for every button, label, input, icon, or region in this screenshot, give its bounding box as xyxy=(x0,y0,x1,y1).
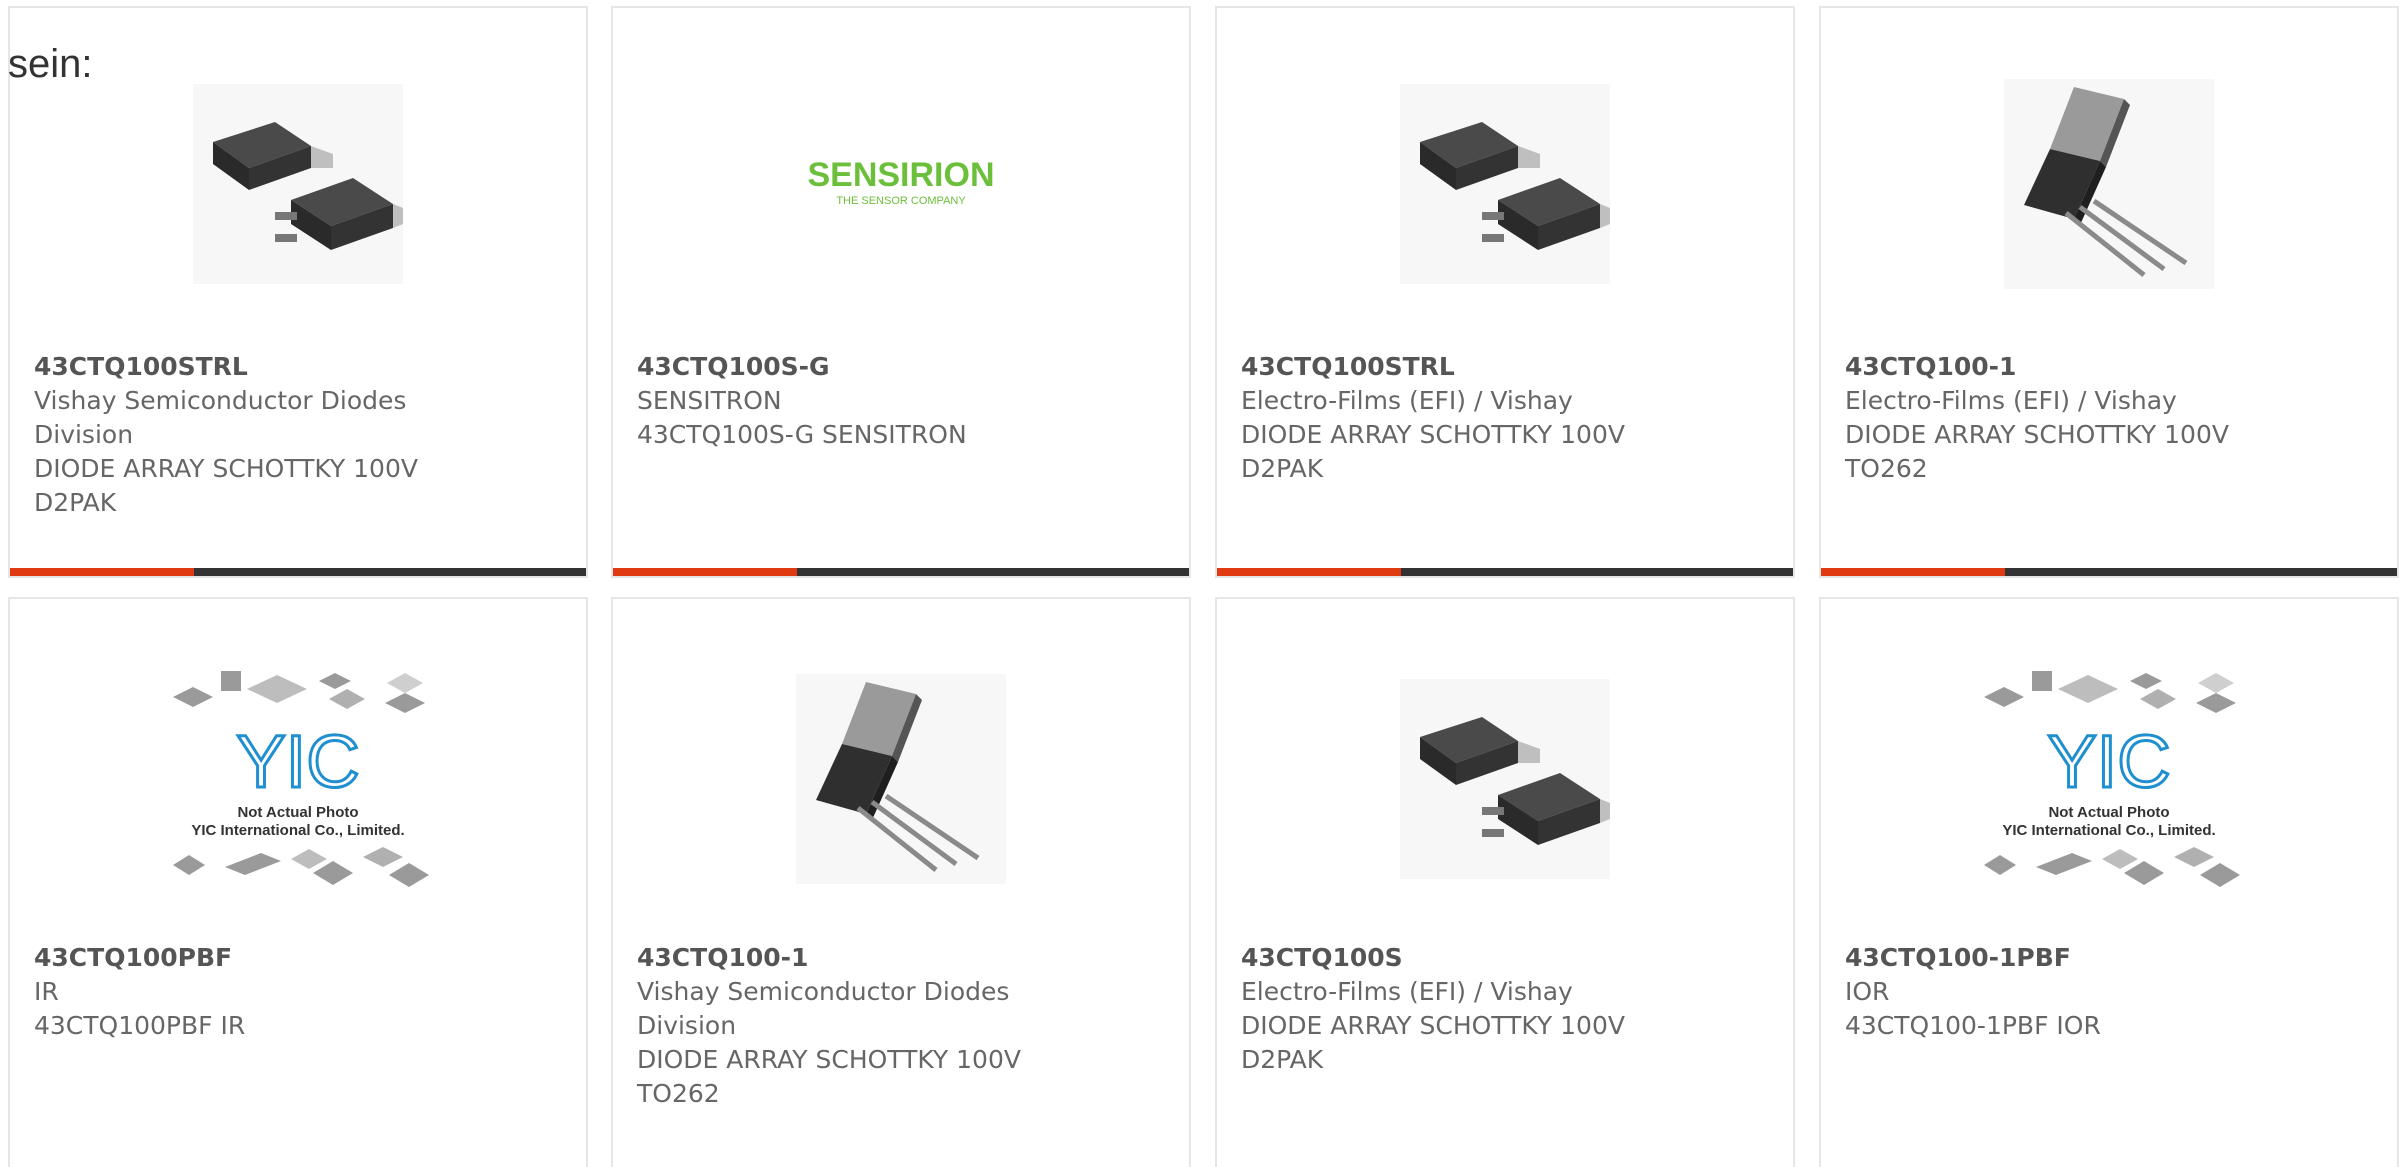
package: D2PAK xyxy=(1241,1045,1324,1074)
product-image xyxy=(613,671,1189,887)
sensirion-logo: SENSIRION THE SENSOR COMPANY xyxy=(807,156,994,207)
product-card[interactable]: 43CTQ100STRL Electro-Films (EFI) / Visha… xyxy=(1215,6,1795,578)
yic-brand-text: YIC xyxy=(236,720,359,803)
description: DIODE ARRAY SCHOTTKY 100V xyxy=(34,454,418,483)
product-info: 43CTQ100STRL Vishay Semiconductor Diodes… xyxy=(34,350,566,520)
manufacturer: Electro-Films (EFI) / Vishay xyxy=(1241,386,1573,415)
product-info: 43CTQ100STRL Electro-Films (EFI) / Visha… xyxy=(1241,350,1773,486)
to262-package-icon xyxy=(796,674,1006,884)
product-card[interactable]: 43CTQ100-1 Vishay Semiconductor Diodes D… xyxy=(611,597,1191,1167)
manufacturer-cont: Division xyxy=(34,420,134,449)
description: DIODE ARRAY SCHOTTKY 100V xyxy=(1241,1011,1625,1040)
product-image: SENSIRION THE SENSOR COMPANY xyxy=(613,76,1189,292)
product-image xyxy=(1217,671,1793,887)
placeholder-image: YIC Not Actual Photo YIC International C… xyxy=(163,659,433,899)
product-image xyxy=(1821,76,2397,292)
part-number[interactable]: 43CTQ100-1 xyxy=(637,941,1169,975)
part-number[interactable]: 43CTQ100S xyxy=(1241,941,1773,975)
placeholder-line-1: Not Actual Photo xyxy=(237,804,358,821)
to262-package-icon xyxy=(2004,79,2214,289)
placeholder-image: YIC Not Actual Photo YIC International C… xyxy=(1974,659,2244,899)
product-card[interactable]: 43CTQ100-1 Electro-Films (EFI) / Vishay … xyxy=(1819,6,2399,578)
package: D2PAK xyxy=(34,488,117,517)
product-info: 43CTQ100S-G SENSITRON 43CTQ100S-G SENSIT… xyxy=(637,350,1169,452)
card-progress-accent xyxy=(1821,568,2006,576)
card-progress-accent xyxy=(1217,568,1402,576)
product-info: 43CTQ100-1 Electro-Films (EFI) / Vishay … xyxy=(1845,350,2377,486)
card-progress-bar xyxy=(1217,568,1793,576)
card-progress-accent xyxy=(10,568,195,576)
manufacturer: Electro-Films (EFI) / Vishay xyxy=(1241,977,1573,1006)
product-grid: 43CTQ100STRL Vishay Semiconductor Diodes… xyxy=(0,0,2400,1167)
d2pak-package-icon xyxy=(1400,679,1610,879)
product-image: YIC Not Actual Photo YIC International C… xyxy=(1821,659,2397,899)
description: DIODE ARRAY SCHOTTKY 100V xyxy=(1241,420,1625,449)
card-progress-accent xyxy=(613,568,798,576)
part-number[interactable]: 43CTQ100-1 xyxy=(1845,350,2377,384)
part-number[interactable]: 43CTQ100PBF xyxy=(34,941,566,975)
product-card[interactable]: YIC Not Actual Photo YIC International C… xyxy=(8,597,588,1167)
lead-text: sein: xyxy=(8,42,93,86)
description: DIODE ARRAY SCHOTTKY 100V xyxy=(1845,420,2229,449)
d2pak-package-icon xyxy=(193,84,403,284)
part-number[interactable]: 43CTQ100S-G xyxy=(637,350,1169,384)
placeholder-line-1: Not Actual Photo xyxy=(2048,804,2169,821)
product-info: 43CTQ100PBF IR 43CTQ100PBF IR xyxy=(34,941,566,1043)
manufacturer: SENSITRON xyxy=(637,386,782,415)
product-image: YIC Not Actual Photo YIC International C… xyxy=(10,659,586,899)
description: 43CTQ100PBF IR xyxy=(34,1011,246,1040)
package: TO262 xyxy=(1845,454,1928,483)
manufacturer: Vishay Semiconductor Diodes xyxy=(637,977,1010,1006)
yic-brand-text: YIC xyxy=(2047,720,2170,803)
card-progress-bar xyxy=(613,568,1189,576)
part-number[interactable]: 43CTQ100-1PBF xyxy=(1845,941,2377,975)
product-card[interactable]: 43CTQ100STRL Vishay Semiconductor Diodes… xyxy=(8,6,588,578)
product-image xyxy=(1217,76,1793,292)
product-info: 43CTQ100-1PBF IOR 43CTQ100-1PBF IOR xyxy=(1845,941,2377,1043)
placeholder-line-2: YIC International Co., Limited. xyxy=(191,822,404,839)
description: DIODE ARRAY SCHOTTKY 100V xyxy=(637,1045,1021,1074)
product-card[interactable]: SENSIRION THE SENSOR COMPANY 43CTQ100S-G… xyxy=(611,6,1191,578)
logo-tagline: THE SENSOR COMPANY xyxy=(836,195,966,207)
product-image xyxy=(10,76,586,292)
manufacturer: Electro-Films (EFI) / Vishay xyxy=(1845,386,2177,415)
product-info: 43CTQ100-1 Vishay Semiconductor Diodes D… xyxy=(637,941,1169,1111)
placeholder-line-2: YIC International Co., Limited. xyxy=(2002,822,2215,839)
description: 43CTQ100-1PBF IOR xyxy=(1845,1011,2101,1040)
manufacturer: Vishay Semiconductor Diodes xyxy=(34,386,407,415)
part-number[interactable]: 43CTQ100STRL xyxy=(1241,350,1773,384)
d2pak-package-icon xyxy=(1400,84,1610,284)
description: 43CTQ100S-G SENSITRON xyxy=(637,420,967,449)
card-progress-bar xyxy=(10,568,586,576)
product-card[interactable]: YIC Not Actual Photo YIC International C… xyxy=(1819,597,2399,1167)
part-number[interactable]: 43CTQ100STRL xyxy=(34,350,566,384)
card-progress-bar xyxy=(1821,568,2397,576)
manufacturer: IR xyxy=(34,977,59,1006)
package: D2PAK xyxy=(1241,454,1324,483)
manufacturer: IOR xyxy=(1845,977,1890,1006)
product-info: 43CTQ100S Electro-Films (EFI) / Vishay D… xyxy=(1241,941,1773,1077)
product-card[interactable]: 43CTQ100S Electro-Films (EFI) / Vishay D… xyxy=(1215,597,1795,1167)
manufacturer-cont: Division xyxy=(637,1011,737,1040)
logo-text: SENSIRION xyxy=(807,156,994,194)
package: TO262 xyxy=(637,1079,720,1108)
